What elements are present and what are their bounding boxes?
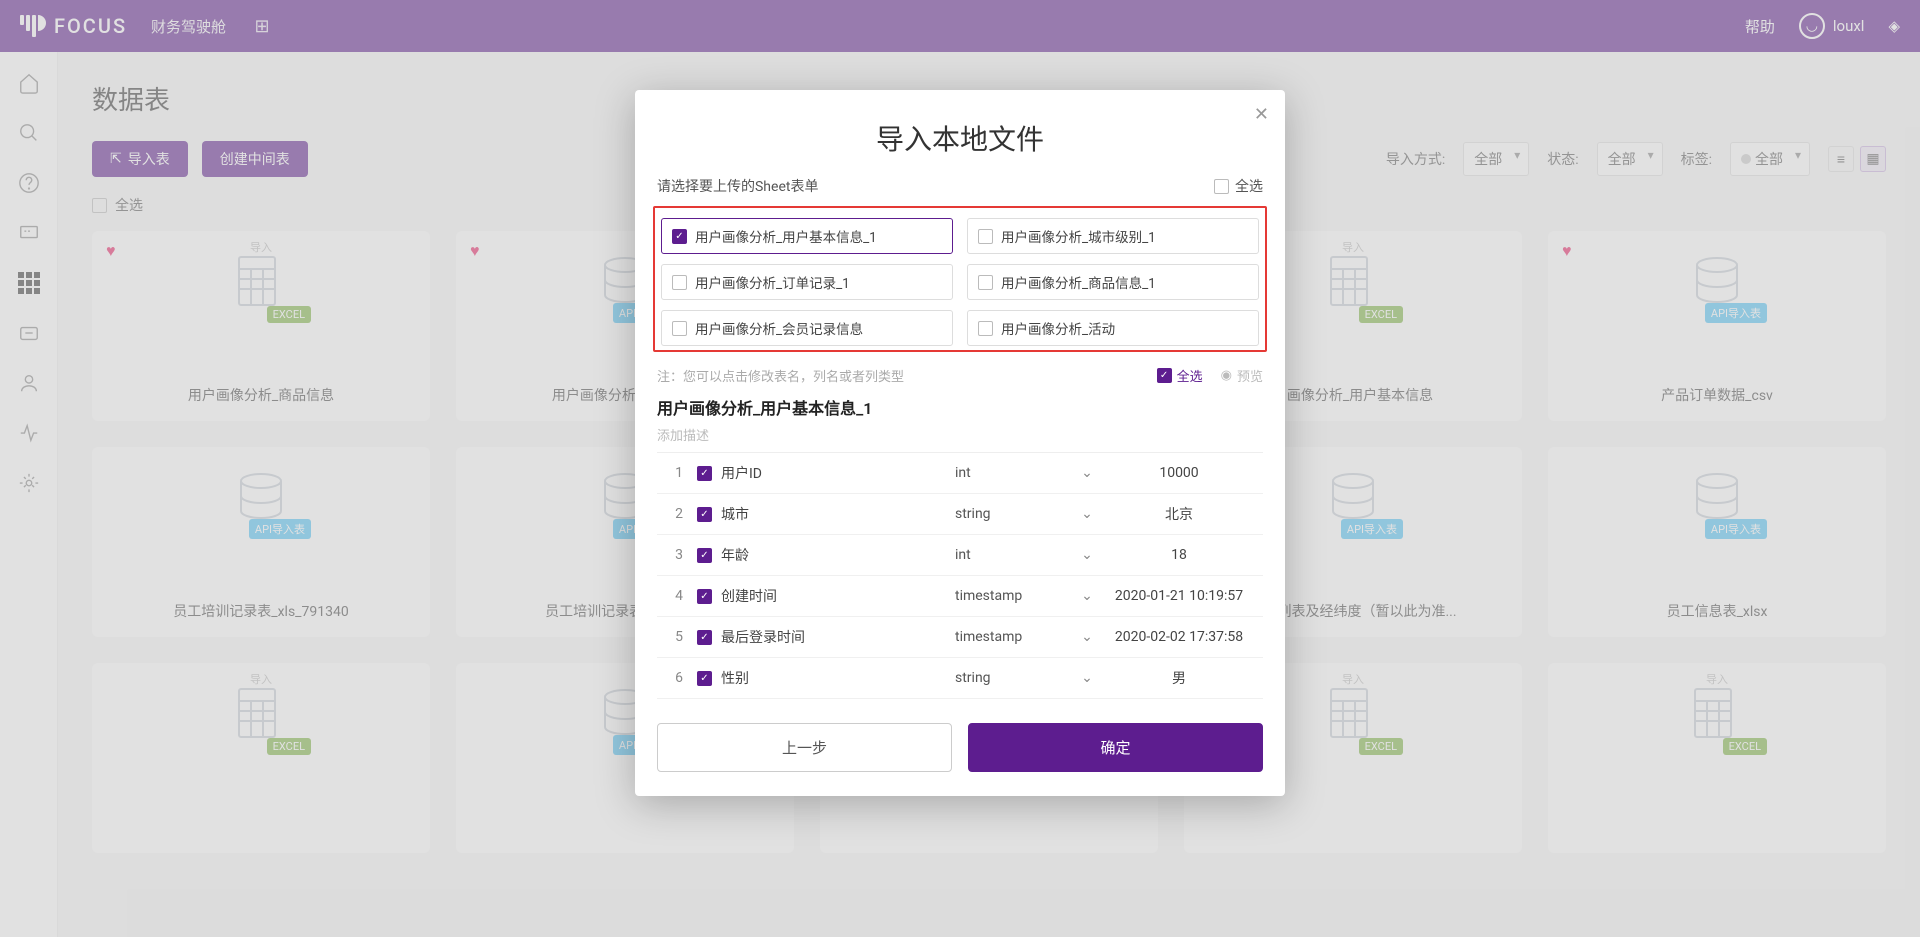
row-number: 3 [661,547,697,563]
confirm-button[interactable]: 确定 [968,723,1263,772]
column-name[interactable]: 城市 [721,504,955,524]
row-number: 6 [661,670,697,686]
prev-step-button[interactable]: 上一步 [657,723,952,772]
sample-value: 2020-02-02 17:37:58 [1099,629,1259,645]
modal-actions: 上一步 确定 [635,699,1285,772]
close-icon[interactable]: ✕ [1254,104,1269,125]
import-file-modal: ✕ 导入本地文件 请选择要上传的Sheet表单 全选 ✓ 用户画像分析_用户基本信… [635,90,1285,796]
chevron-down-icon[interactable]: ⌄ [1075,670,1099,686]
sheet-checkbox[interactable]: ✓ [672,229,687,244]
sheet-option[interactable]: 用户画像分析_商品信息_1 [967,264,1259,300]
column-row: 4✓ 创建时间timestamp⌄2020-01-21 10:19:57 [657,576,1263,617]
column-name[interactable]: 最后登录时间 [721,627,955,647]
column-row: 1✓ 用户IDint⌄10000 [657,453,1263,494]
column-checkbox[interactable]: ✓ [697,466,712,481]
column-name[interactable]: 创建时间 [721,586,955,606]
column-row: 5✓ 最后登录时间timestamp⌄2020-02-02 17:37:58 [657,617,1263,658]
chevron-down-icon[interactable]: ⌄ [1075,629,1099,645]
sheet-label: 用户画像分析_会员记录信息 [695,318,863,338]
column-row: 6✓ 性别string⌄男 [657,658,1263,699]
column-name[interactable]: 性别 [721,668,955,688]
column-name[interactable]: 年龄 [721,545,955,565]
column-type[interactable]: string [955,670,1075,686]
column-type[interactable]: string [955,506,1075,522]
column-checkbox[interactable]: ✓ [697,507,712,522]
sample-value: 北京 [1099,504,1259,524]
sheet-checkbox[interactable] [978,321,993,336]
sample-value: 2020-01-21 10:19:57 [1099,588,1259,604]
edit-note: 注：您可以点击修改表名，列名或者列类型 [657,366,904,385]
row-number: 5 [661,629,697,645]
note-actions: ✓全选 ◉ 预览 [1157,366,1263,385]
preview-button[interactable]: ◉ 预览 [1221,366,1263,385]
sheet-checkbox[interactable] [672,321,687,336]
column-row: 2✓ 城市string⌄北京 [657,494,1263,535]
column-type[interactable]: int [955,547,1075,563]
modal-overlay: ✕ 导入本地文件 请选择要上传的Sheet表单 全选 ✓ 用户画像分析_用户基本信… [0,0,1920,937]
column-select-all[interactable]: ✓全选 [1157,366,1203,385]
sample-value: 10000 [1099,465,1259,481]
sheet-prompt-row: 请选择要上传的Sheet表单 全选 [635,176,1285,206]
sheet-prompt-label: 请选择要上传的Sheet表单 [657,176,818,196]
column-type[interactable]: int [955,465,1075,481]
column-row: 3✓ 年龄int⌄18 [657,535,1263,576]
chevron-down-icon[interactable]: ⌄ [1075,547,1099,563]
chevron-down-icon[interactable]: ⌄ [1075,506,1099,522]
row-number: 1 [661,465,697,481]
sheet-checkbox[interactable] [978,275,993,290]
sheet-grid: ✓ 用户画像分析_用户基本信息_1 用户画像分析_城市级别_1 用户画像分析_订单记录… [661,218,1259,346]
sample-value: 男 [1099,668,1259,688]
sheet-option[interactable]: 用户画像分析_订单记录_1 [661,264,953,300]
column-name[interactable]: 用户ID [721,463,955,483]
sheet-label: 用户画像分析_商品信息_1 [1001,272,1156,292]
table-name-input[interactable]: 用户画像分析_用户基本信息_1 [635,395,1285,425]
sheet-label: 用户画像分析_订单记录_1 [695,272,850,292]
row-number: 4 [661,588,697,604]
column-checkbox[interactable]: ✓ [697,671,712,686]
sheet-option[interactable]: 用户画像分析_城市级别_1 [967,218,1259,254]
column-checkbox[interactable]: ✓ [697,630,712,645]
column-type[interactable]: timestamp [955,588,1075,604]
description-input[interactable]: 添加描述 [657,425,1263,444]
sheet-selection-box: ✓ 用户画像分析_用户基本信息_1 用户画像分析_城市级别_1 用户画像分析_订单记录… [653,206,1267,352]
sheet-label: 用户画像分析_活动 [1001,318,1115,338]
sample-value: 18 [1099,547,1259,563]
sheet-checkbox[interactable] [978,229,993,244]
chevron-down-icon[interactable]: ⌄ [1075,588,1099,604]
sheet-option[interactable]: 用户画像分析_活动 [967,310,1259,346]
sheet-select-all[interactable]: 全选 [1214,176,1263,196]
column-config-table: 1✓用户IDint⌄100002✓城市string⌄北京3✓年龄int⌄184✓… [657,452,1263,699]
note-row: 注：您可以点击修改表名，列名或者列类型 ✓全选 ◉ 预览 [635,366,1285,395]
modal-title: 导入本地文件 [635,90,1285,176]
row-number: 2 [661,506,697,522]
sheet-option[interactable]: ✓ 用户画像分析_用户基本信息_1 [661,218,953,254]
column-type[interactable]: timestamp [955,629,1075,645]
sheet-label: 用户画像分析_城市级别_1 [1001,226,1156,246]
sheet-option[interactable]: 用户画像分析_会员记录信息 [661,310,953,346]
column-checkbox[interactable]: ✓ [697,548,712,563]
chevron-down-icon[interactable]: ⌄ [1075,465,1099,481]
sheet-checkbox[interactable] [672,275,687,290]
sheet-label: 用户画像分析_用户基本信息_1 [695,226,877,246]
column-checkbox[interactable]: ✓ [697,589,712,604]
